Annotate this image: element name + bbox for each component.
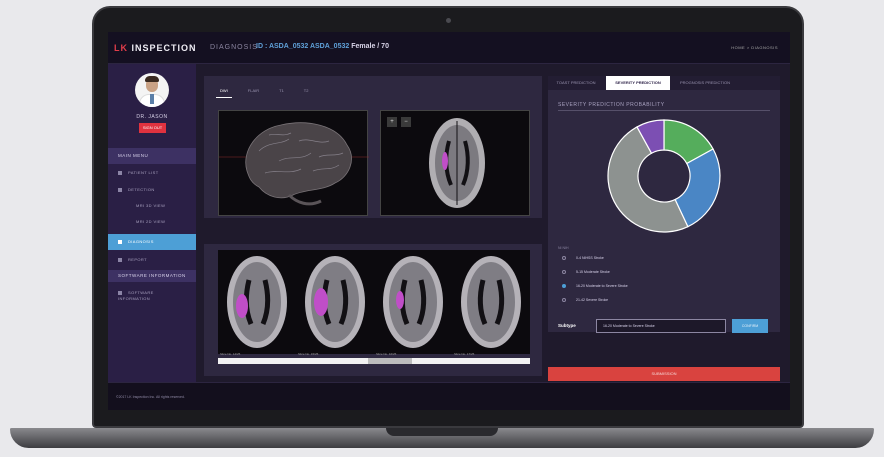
- main-menu-header: MAIN MENU: [108, 148, 196, 164]
- logo-prefix: LK: [114, 43, 128, 53]
- legend-header: NI NIH: [558, 246, 569, 250]
- software-info-header: SOFTWARE INFORMATION: [108, 270, 196, 282]
- radio-icon[interactable]: [562, 298, 566, 303]
- app-screen: LK INSPECTION DIAGNOSIS ID : ASDA_0532 A…: [108, 32, 790, 410]
- tab-flair[interactable]: FLAIR: [244, 86, 263, 98]
- slice-label: Slice No. 16/25: [376, 352, 397, 356]
- tab-t1[interactable]: T1: [275, 86, 288, 98]
- patient-info: ID : ASDA_0532 ASDA_0532 Female / 70: [256, 43, 389, 50]
- sidebar-item-mri-2d[interactable]: MRI 2D VIEW: [108, 215, 196, 229]
- severity-option[interactable]: 21-42 Severe Stroke: [562, 298, 609, 303]
- slice-label: Slice No. 15/25: [298, 352, 319, 356]
- signout-button[interactable]: SIGN OUT: [139, 123, 166, 133]
- sidebar-item-patient-list[interactable]: PATIENT LIST: [108, 166, 196, 180]
- sidebar-item-diagnosis[interactable]: DIAGNOSIS: [108, 234, 196, 250]
- breadcrumb[interactable]: HOME > DIAGNOSIS: [731, 45, 778, 50]
- severity-option-label: 5-15 Moderate Stroke: [576, 270, 610, 274]
- sidebar-item-label: DIAGNOSIS: [128, 239, 154, 244]
- sidebar-item-software-info[interactable]: SOFTWARE INFORMATION: [108, 288, 178, 302]
- brain-3d-view[interactable]: [218, 110, 369, 216]
- avatar: [135, 73, 169, 107]
- mri-viewer-panel: DWI FLAIR T1 T2 + −: [204, 76, 542, 218]
- sidebar: DR. JASON SIGN OUT MAIN MENU PATIENT LIS…: [108, 64, 196, 382]
- slice-label: Slice No. 17/25: [454, 352, 475, 356]
- sidebar-item-detection[interactable]: DETECTION: [108, 183, 196, 197]
- page-title: DIAGNOSIS: [210, 44, 258, 51]
- sidebar-item-label: SOFTWARE INFORMATION: [118, 290, 154, 301]
- probability-title: SEVERITY PREDICTION PROBABILITY: [558, 102, 665, 108]
- tab-dwi[interactable]: DWI: [216, 86, 232, 98]
- sequence-tabs: DWI FLAIR T1 T2: [216, 86, 312, 98]
- severity-option[interactable]: 5-15 Moderate Stroke: [562, 270, 610, 275]
- sidebar-item-mri-3d[interactable]: MRI 3D VIEW: [108, 199, 196, 213]
- submission-button[interactable]: SUBMISSION: [548, 367, 780, 381]
- patient-id: ID : ASDA_0532: [256, 43, 309, 50]
- laptop-mockup: LK INSPECTION DIAGNOSIS ID : ASDA_0532 A…: [0, 0, 884, 457]
- prediction-tabs: TOAST PREDICTION SEVERITY PREDICTION PRO…: [548, 76, 780, 90]
- sidebar-item-label: DETECTION: [128, 187, 155, 192]
- copyright: ©2017 LK Inspection Inc. All rights rese…: [116, 395, 185, 399]
- severity-donut-chart: [607, 119, 721, 233]
- webcam: [446, 18, 451, 23]
- report-icon: [118, 257, 122, 262]
- patient-demographics: Female / 70: [351, 43, 389, 50]
- top-bar: LK INSPECTION DIAGNOSIS ID : ASDA_0532 A…: [108, 32, 790, 64]
- radio-icon[interactable]: [562, 270, 566, 275]
- slice-images: [227, 256, 521, 348]
- tab-toast-prediction[interactable]: TOAST PREDICTION: [548, 76, 604, 90]
- tab-prognosis-prediction[interactable]: PROGNOSIS PREDICTION: [672, 76, 738, 90]
- laptop-notch: [386, 428, 498, 436]
- logo-suffix: INSPECTION: [131, 43, 197, 53]
- footer: ©2017 LK Inspection Inc. All rights rese…: [108, 382, 790, 410]
- scrollbar-thumb[interactable]: [368, 358, 413, 364]
- user-icon: [118, 170, 122, 175]
- sidebar-item-label: PATIENT LIST: [128, 170, 159, 175]
- scan-icon: [118, 187, 122, 192]
- app-logo[interactable]: LK INSPECTION: [114, 43, 197, 53]
- radio-icon[interactable]: [562, 256, 566, 261]
- doctor-name: DR. JASON: [136, 114, 168, 120]
- subtype-field[interactable]: 16-20 Moderate to Severe Stroke: [596, 319, 726, 333]
- sidebar-item-label: MRI 3D VIEW: [136, 203, 166, 208]
- radio-selected-icon[interactable]: [562, 284, 566, 289]
- severity-option-label: 0-4 NIHSS Stroke: [576, 256, 604, 260]
- brain-3d-render: [219, 122, 369, 206]
- tab-t2[interactable]: T2: [300, 86, 313, 98]
- sidebar-item-report[interactable]: REPORT: [108, 253, 196, 267]
- sidebar-item-label: MRI 2D VIEW: [136, 219, 166, 224]
- diagnosis-icon: [118, 239, 122, 244]
- donut-hole: [639, 151, 689, 201]
- info-icon: [118, 290, 122, 295]
- slice-scrollbar[interactable]: [218, 358, 530, 364]
- confirm-button[interactable]: CONFIRM: [732, 319, 768, 333]
- severity-option[interactable]: 16-20 Moderate to Severe Stroke: [562, 284, 628, 289]
- zoom-out-icon[interactable]: −: [401, 117, 411, 127]
- mri-slices-panel: Slice No. 14/25 Slice No. 15/25 Slice No…: [204, 244, 542, 376]
- slice-strip[interactable]: [218, 250, 530, 354]
- zoom-in-icon[interactable]: +: [387, 117, 397, 127]
- severity-option-label: 16-20 Moderate to Severe Stroke: [576, 284, 628, 288]
- sidebar-item-label: REPORT: [128, 257, 147, 262]
- slice-label: Slice No. 14/25: [220, 352, 241, 356]
- brain-2d-view[interactable]: + −: [380, 110, 530, 216]
- patient-name: ASDA_0532: [309, 43, 350, 50]
- divider: [558, 110, 770, 111]
- prediction-panel: TOAST PREDICTION SEVERITY PREDICTION PRO…: [548, 76, 780, 333]
- tab-severity-prediction[interactable]: SEVERITY PREDICTION: [606, 76, 670, 90]
- subtype-label: Subtype: [558, 323, 576, 328]
- severity-option-label: 21-42 Severe Stroke: [576, 298, 609, 302]
- severity-option[interactable]: 0-4 NIHSS Stroke: [562, 256, 604, 261]
